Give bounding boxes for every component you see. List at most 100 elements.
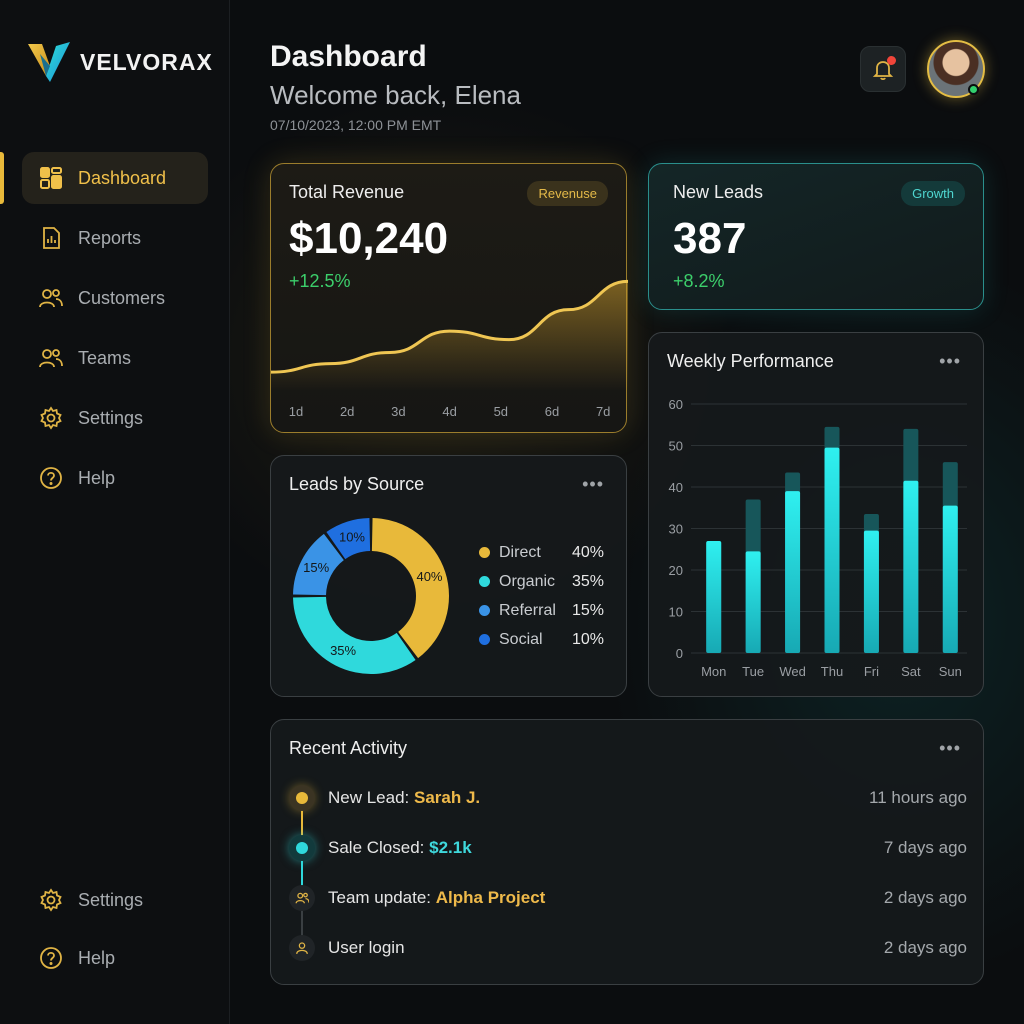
gear-icon [38, 405, 64, 431]
more-options-button[interactable]: ••• [582, 474, 604, 495]
y-tick-label: 20 [669, 563, 683, 578]
activity-highlight: $2.1k [429, 838, 472, 857]
velvorax-logo-icon [28, 42, 70, 82]
activity-text: Sale Closed: $2.1k [328, 838, 472, 857]
x-tick-label: Mon [701, 664, 726, 679]
activity-item[interactable]: Sale Closed: $2.1k 7 days ago [271, 828, 985, 868]
activity-item[interactable]: New Lead: Sarah J. 11 hours ago [271, 778, 985, 818]
sidebar-item-reports[interactable]: Reports [22, 212, 208, 264]
legend-value: 15% [571, 601, 604, 619]
card-title: Total Revenue [289, 182, 405, 202]
bar-sat [903, 480, 919, 653]
card-title: New Leads [673, 182, 764, 202]
legend-label: Social [499, 630, 543, 648]
legend-swatch [479, 605, 490, 616]
timestamp: 07/10/2023, 12:00 PM EMT [270, 117, 442, 133]
sidebar-bottom-help[interactable]: Help [22, 932, 208, 984]
donut-data-label: 40% [416, 569, 442, 584]
x-tick-label: 1d [289, 404, 303, 419]
bar-wed [785, 491, 801, 653]
legend-value: 10% [571, 630, 604, 648]
sidebar-item-label: Help [78, 947, 116, 968]
sidebar-item-settings[interactable]: Settings [22, 392, 208, 444]
gear-icon [38, 887, 64, 913]
legend-label: Direct [499, 543, 541, 561]
brand-logo[interactable]: VELVORAX [26, 40, 213, 84]
help-icon [38, 465, 64, 491]
bar-tue [745, 551, 761, 653]
y-tick-label: 60 [669, 397, 683, 412]
sidebar-item-label: Reports [78, 227, 142, 248]
online-status-indicator [968, 84, 979, 95]
weekly-performance-card: Weekly Performance ••• 0 10 20 30 40 50 60 Mon T… [648, 332, 984, 697]
x-tick-label: 2d [340, 404, 354, 419]
active-nav-indicator [0, 152, 4, 204]
activity-time: 7 days ago [883, 838, 967, 857]
donut-legend: Direct 40% Organic 35% Referral 15% Soci… [479, 538, 604, 654]
teams-icon [38, 345, 64, 371]
y-tick-label: 40 [669, 480, 683, 495]
bar-fri [863, 530, 879, 653]
activity-highlight: Alpha Project [435, 888, 546, 907]
sidebar-item-label: Teams [78, 347, 132, 368]
activity-item[interactable]: User login 2 days ago [271, 928, 985, 968]
activity-item[interactable]: Team update: Alpha Project 2 days ago [271, 878, 985, 918]
x-tick-label: Fri [864, 664, 879, 679]
legend-item-organic: Organic 35% [479, 567, 604, 596]
new-leads-card: New Leads Growth 387 +8.2% [648, 163, 984, 310]
activity-text: Team update: Alpha Project [328, 888, 546, 907]
page-title: Dashboard [270, 40, 427, 73]
sidebar-item-teams[interactable]: Teams [22, 332, 208, 384]
sidebar: VELVORAX Dashboard Reports Customers Tea… [0, 0, 230, 1024]
total-revenue-card: 1d 2d 3d 4d 5d 6d 7d Total Revenue Revenuse $1… [270, 163, 628, 433]
legend-value: 35% [571, 572, 604, 590]
growth-badge: Growth [901, 181, 965, 206]
leads-by-source-card: Leads by Source ••• 40% 35% 15% 10% Direct … [270, 455, 627, 697]
donut-data-label: 10% [339, 530, 365, 545]
sidebar-item-customers[interactable]: Customers [22, 272, 208, 324]
activity-time: 2 days ago [883, 888, 967, 907]
recent-activity-card: Recent Activity ••• New Lead: Sarah J. 1… [270, 719, 984, 985]
activity-highlight: Sarah J. [414, 788, 481, 807]
notification-dot [887, 56, 896, 65]
legend-swatch [479, 576, 490, 587]
legend-swatch [479, 547, 490, 558]
new-leads-delta: +8.2% [673, 271, 725, 291]
sidebar-item-label: Settings [78, 889, 144, 910]
leads-donut-chart: 40% 35% 15% 10% [293, 518, 449, 674]
revenue-value: $10,240 [289, 214, 449, 263]
donut-slice-organic [293, 596, 416, 674]
x-tick-label: 5d [494, 404, 508, 419]
x-tick-label: 4d [442, 404, 456, 419]
legend-label: Referral [499, 601, 556, 619]
x-tick-label: Sat [901, 664, 921, 679]
weekly-bar-chart: 0 10 20 30 40 50 60 Mon Tue Wed Thu Fri Sat Sun [669, 397, 967, 679]
donut-data-label: 35% [330, 643, 356, 658]
more-options-button[interactable]: ••• [939, 738, 961, 759]
legend-value: 40% [571, 543, 604, 561]
activity-text: User login [328, 938, 405, 957]
notifications-button[interactable] [860, 46, 906, 92]
y-tick-label: 10 [669, 605, 683, 620]
donut-data-label: 15% [303, 560, 329, 575]
activity-time: 11 hours ago [869, 788, 967, 807]
user-icon [289, 935, 315, 961]
bar-thu [824, 447, 840, 653]
sidebar-item-help[interactable]: Help [22, 452, 208, 504]
y-tick-label: 30 [669, 522, 683, 537]
bar-sun [942, 505, 958, 653]
sidebar-item-dashboard[interactable]: Dashboard [22, 152, 208, 204]
activity-time: 2 days ago [883, 938, 967, 957]
legend-swatch [479, 634, 490, 645]
sidebar-bottom-settings[interactable]: Settings [22, 874, 208, 926]
x-tick-label: Thu [821, 664, 843, 679]
sidebar-item-label: Dashboard [78, 167, 167, 188]
sidebar-item-label: Help [78, 467, 116, 488]
x-tick-label: Tue [742, 664, 764, 679]
team-icon [289, 885, 315, 911]
customers-icon [38, 285, 64, 311]
sidebar-item-label: Settings [78, 407, 144, 428]
legend-item-direct: Direct 40% [479, 538, 604, 567]
x-tick-label: 7d [596, 404, 610, 419]
welcome-message: Welcome back, Elena [270, 80, 521, 110]
